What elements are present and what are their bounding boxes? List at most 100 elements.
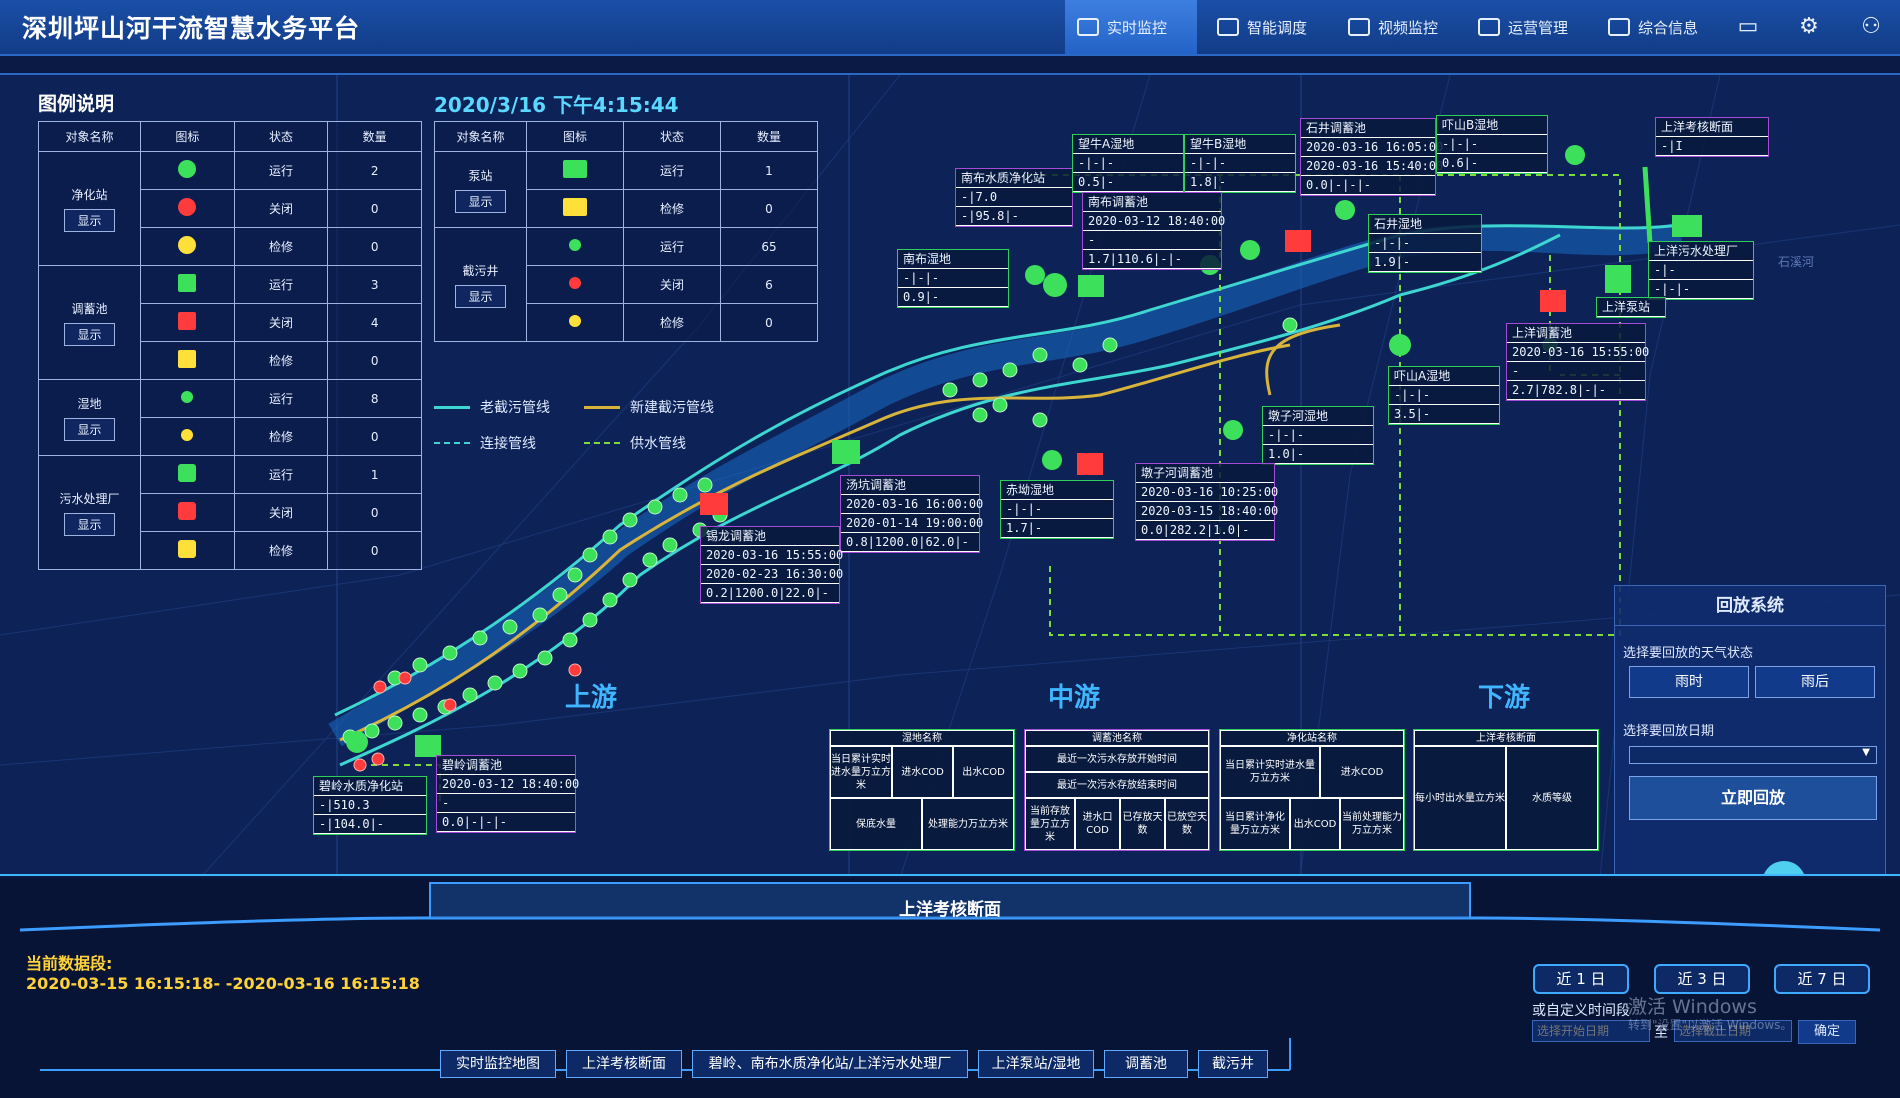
bottom-panel: 上洋考核断面 当前数据段: 2020-03-15 16:15:18- -2020… (0, 878, 1900, 1098)
map-area[interactable]: 图例说明 2020/3/16 下午4:15:44 对象名称 图标 状态 数量 净化站显… (0, 73, 1900, 876)
site-shangyang-wwtp[interactable]: 上洋污水处理厂 -|- -|-|- (1648, 241, 1754, 300)
settings-icon[interactable]: ⚙ (1795, 13, 1823, 41)
tab-realtime-map[interactable]: 实时监控地图 (440, 1050, 556, 1078)
legend-group-wetland: 湿地 显示 (38, 379, 141, 456)
site-nanbu-storage[interactable]: 南布调蓄池 2020-03-12 18:40:00-1.7|110.6|-|- (1082, 192, 1225, 270)
legend-status: 关闭 (233, 189, 329, 228)
site-chiao-wetland[interactable]: 赤坳湿地 -|-|- 1.7|- (1000, 480, 1114, 539)
site-value: -|I (1656, 137, 1768, 156)
user-icon[interactable]: ⚇ (1857, 13, 1885, 41)
site-shangyang-pump[interactable]: 上洋泵站 (1596, 297, 1666, 318)
site-shijing-wetland[interactable]: 石井湿地 -|-|- 1.9|- (1368, 214, 1482, 273)
pump-running-icon (526, 151, 624, 190)
site-xiashan-b-wetland[interactable]: 吓山B湿地 -|-|- 0.6|- (1436, 115, 1548, 174)
show-button[interactable]: 显示 (64, 417, 115, 441)
wwtp-closed-icon (140, 493, 235, 532)
monitor-icon (1077, 18, 1099, 36)
nav-info[interactable]: 综合信息 (1596, 0, 1722, 54)
legend-group-name: 净化站 (71, 187, 108, 202)
site-shangyang-section[interactable]: 上洋考核断面 -|I (1655, 117, 1769, 157)
site-shijing-storage[interactable]: 石井调蓄池 2020-03-16 16:05:00 2020-03-16 15:40… (1300, 118, 1443, 196)
summary-wetland: 湿地名称 当日累计实时进水量万立方米 进水COD 出水COD 保底水量 处理能力… (829, 729, 1015, 851)
site-biling-purification[interactable]: 碧岭水质净化站 -|510.3 -|104.0|- (313, 776, 427, 835)
legend-line-new-sewer: 新建截污管线 (584, 397, 714, 417)
nav-operations[interactable]: 运营管理 (1466, 0, 1592, 54)
purification-maintenance-icon (140, 227, 235, 266)
tab-shangyang-section[interactable]: 上洋考核断面 (566, 1050, 682, 1078)
show-button[interactable]: 显示 (455, 284, 506, 308)
site-value: 2020-03-16 15:40:00 (1301, 157, 1443, 176)
nav-realtime-monitor[interactable]: 实时监控 (1065, 0, 1197, 54)
legend-status: 关闭 (233, 493, 329, 532)
site-xilong-storage[interactable]: 锡龙调蓄池 2020-03-16 15:55:00 2020-02-23 16:30… (700, 526, 843, 604)
legend-count: 2 (327, 151, 422, 190)
wetland-running-icon (140, 379, 235, 418)
site-dunzihe-wetland[interactable]: 墩子河湿地 -|-|- 1.0|- (1262, 406, 1374, 465)
legend-status: 检修 (233, 531, 329, 570)
site-value: -|-|- (1389, 386, 1499, 405)
legend-table-right: 对象名称 图标 状态 数量 泵站 显示 运行 1 检修 0 截污井 显示 运行 65 关闭 6… (434, 121, 818, 342)
legend-header: 状态 (623, 121, 721, 152)
site-nanbu-purification[interactable]: 南布水质净化站 -|7.0 -|95.8|- (955, 168, 1073, 227)
show-button[interactable]: 显示 (64, 322, 115, 346)
info-icon (1608, 18, 1630, 36)
site-biling-storage[interactable]: 碧岭调蓄池 2020-03-12 18:40:00-0.0|-|-|- (436, 755, 579, 833)
site-nanbu-wetland[interactable]: 南布湿地 -|-|- 0.9|- (897, 249, 1009, 308)
summary-station: 净化站名称 当日累计实时进水量万立方米 进水COD 当日累计净化量万立方米 出水… (1219, 729, 1405, 851)
purification-closed-icon (140, 189, 235, 228)
show-button[interactable]: 显示 (64, 512, 115, 536)
nav-label: 运营管理 (1508, 18, 1569, 37)
summary-cell: 进水COD (1320, 746, 1404, 798)
weather-raining-button[interactable]: 雨时 (1629, 666, 1749, 698)
legend-count: 0 (327, 189, 422, 228)
nav-smart-dispatch[interactable]: 智能调度 (1205, 0, 1333, 54)
site-name: 碧岭调蓄池 (437, 756, 575, 775)
chevron-down-icon: ⌄ (1776, 872, 1791, 874)
site-name: 上洋考核断面 (1656, 118, 1768, 137)
site-dunzihe-storage[interactable]: 墩子河调蓄池 2020-03-16 10:25:00 2020-03-15 18:4… (1135, 463, 1278, 541)
legend-group-purification: 净化站 显示 (38, 151, 141, 266)
legend-header: 数量 (327, 121, 422, 152)
site-wangniu-a-wetland[interactable]: 望牛A湿地 -|-|- 0.5|- (1072, 134, 1184, 193)
site-name: 吓山A湿地 (1389, 367, 1499, 386)
legend-count: 0 (327, 341, 422, 380)
summary-cell: 保底水量 (830, 798, 922, 850)
legend-status: 运行 (233, 455, 329, 494)
tab-purification-stations[interactable]: 碧岭、南布水质净化站/上洋污水处理厂 (692, 1050, 968, 1078)
nav-video-monitor[interactable]: 视频监控 (1336, 0, 1462, 54)
wwtp-running-icon (140, 455, 235, 494)
site-shangyang-storage[interactable]: 上洋调蓄池 2020-03-16 15:55:00-2.7|782.8|-|- (1506, 323, 1649, 401)
summary-cell: 最近一次污水存放开始时间 (1025, 746, 1209, 772)
pump-maintenance-icon (526, 189, 624, 228)
summary-storage: 调蓄池名称 最近一次污水存放开始时间 最近一次污水存放结束时间 当前存放量万立方… (1024, 729, 1210, 851)
tab-pump-wetland[interactable]: 上洋泵站/湿地 (978, 1050, 1094, 1078)
range-7day-button[interactable]: 近 7 日 (1774, 964, 1870, 994)
site-value: - (437, 794, 575, 813)
nav-label: 智能调度 (1247, 18, 1308, 37)
tab-interceptor-wells[interactable]: 截污井 (1198, 1050, 1268, 1078)
storage-running-icon (140, 265, 235, 304)
site-tangkeng-storage[interactable]: 汤坑调蓄池 2020-03-16 16:00:00 2020-01-14 19:00… (840, 475, 983, 553)
range-1day-button[interactable]: 近 1 日 (1533, 964, 1629, 994)
legend-header: 图标 (140, 121, 235, 152)
summary-title: 上洋考核断面 (1414, 730, 1598, 746)
screen-icon[interactable]: ▭ (1734, 13, 1762, 41)
site-value: -|-|- (1263, 426, 1373, 445)
range-3day-button[interactable]: 近 3 日 (1654, 964, 1750, 994)
weather-after-rain-button[interactable]: 雨后 (1755, 666, 1875, 698)
site-xiashan-a-wetland[interactable]: 吓山A湿地 -|-|- 3.5|- (1388, 366, 1500, 425)
legend-count: 8 (327, 379, 422, 418)
show-button[interactable]: 显示 (64, 208, 115, 232)
summary-section: 上洋考核断面 每小时出水量立方米 水质等级 (1413, 729, 1599, 851)
well-closed-icon (526, 265, 624, 304)
legend-group-pump: 泵站 显示 (434, 151, 527, 228)
site-name: 上洋泵站 (1597, 298, 1665, 317)
tab-storage[interactable]: 调蓄池 (1104, 1050, 1188, 1078)
legend-line-label: 老截污管线 (480, 400, 550, 416)
replay-date-select[interactable]: ▼ (1629, 746, 1877, 764)
site-wangniu-b-wetland[interactable]: 望牛B湿地 -|-|- 1.8|- (1184, 134, 1296, 193)
replay-submit-button[interactable]: 立即回放 (1629, 776, 1877, 820)
confirm-button[interactable]: 确定 (1798, 1020, 1856, 1044)
summary-cell: 当日累计实时进水量万立方米 (1220, 746, 1320, 798)
show-button[interactable]: 显示 (455, 189, 506, 213)
